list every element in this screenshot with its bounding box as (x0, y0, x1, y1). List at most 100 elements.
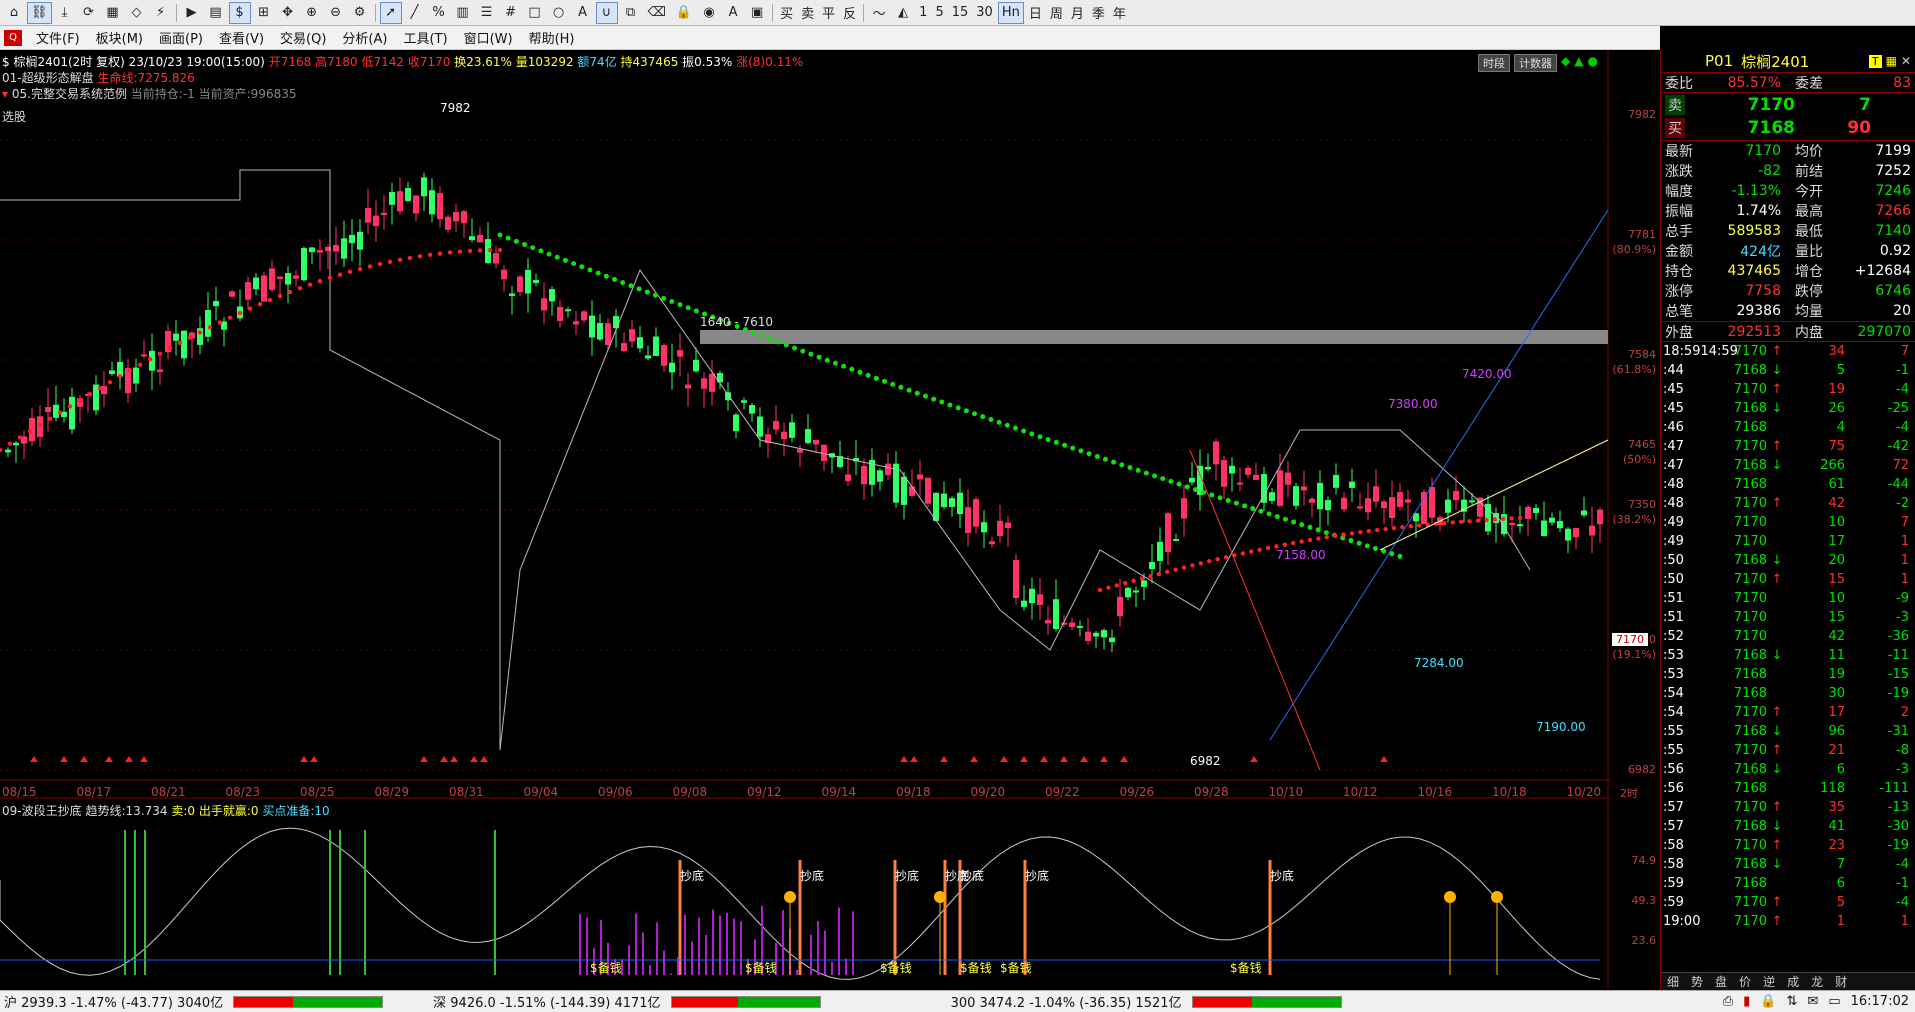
menu-help[interactable]: 帮助(H) (521, 28, 583, 47)
collapse-icon[interactable]: ▲ (1574, 54, 1583, 72)
tick-list[interactable]: 18:5914:59 7170 ↑ 34 7:44 7168 ↓ 5 -1:45 7170 ↑ 19-… (1661, 341, 1915, 931)
home-icon[interactable]: ⌂ (3, 2, 25, 24)
move-icon[interactable]: ✥ (277, 2, 299, 24)
lock-icon[interactable]: 🔒 (1760, 994, 1776, 1009)
flash-icon[interactable]: ⚡ (150, 2, 172, 24)
grid-icon[interactable]: ▦ (1886, 54, 1897, 68)
symbol-button[interactable]: $ (228, 1, 251, 24)
save-icon[interactable]: ▣ (746, 2, 768, 24)
rect-tool-icon[interactable]: □ (524, 2, 546, 24)
link-icon[interactable]: ⛓ (27, 1, 52, 24)
menu-view-page[interactable]: 画面(P) (151, 28, 211, 47)
sub-annotation: $备钱 (1230, 960, 1262, 975)
play-icon[interactable]: ▶ (181, 2, 203, 24)
candle-body (229, 291, 235, 297)
panel-tab[interactable]: 成 (1781, 973, 1805, 990)
panel-tab[interactable]: 逆 (1757, 973, 1781, 990)
period-quarter[interactable]: 季 (1088, 3, 1109, 22)
parallel-tool-icon[interactable]: ☰ (476, 2, 498, 24)
sh-index[interactable]: 沪 2939.3 -1.47% (-43.77) 3040亿 (0, 992, 227, 1011)
network-icon[interactable]: ⇅ (1787, 994, 1798, 1009)
signal-marker (910, 756, 918, 762)
menu-analysis[interactable]: 分析(A) (334, 28, 395, 47)
refresh-icon[interactable]: ⟳ (78, 2, 100, 24)
i300-index[interactable]: 300 3474.2 -1.04% (-36.35) 1521亿 (947, 992, 1186, 1011)
ruler-icon[interactable]: ▥ (452, 2, 474, 24)
period-hn[interactable]: Hn (997, 1, 1024, 24)
cursor-icon[interactable]: ➚ (379, 1, 402, 24)
price-chart[interactable]: 7982 6982 1640 - 7610 7380.00 7420.00 7158.00… (0, 50, 1660, 990)
line-chart-icon[interactable]: 〜 (868, 2, 890, 24)
panel-tab[interactable]: 细 (1661, 973, 1685, 990)
panel-tab[interactable]: 势 (1685, 973, 1709, 990)
lifeline-dot (307, 282, 313, 287)
dot-icon[interactable]: ● (1587, 54, 1597, 72)
printer-icon[interactable]: ⎙ (1723, 994, 1733, 1009)
panel-tab[interactable]: 价 (1733, 973, 1757, 990)
chart-area[interactable]: 7982 6982 1640 - 7610 7380.00 7420.00 7158.00… (0, 50, 1660, 990)
settings-icon[interactable]: ⚙ (349, 2, 371, 24)
hash-tool-icon[interactable]: # (500, 2, 522, 24)
copy-icon[interactable]: ⧉ (620, 2, 642, 24)
delete-icon[interactable]: ⌫ (644, 2, 670, 24)
tick-change: -36 (1887, 629, 1909, 644)
zoom-in-icon[interactable]: ⊕ (301, 2, 323, 24)
chart-annotation: 7158.00 (1276, 548, 1326, 562)
period-5[interactable]: 5 (931, 5, 947, 20)
menu-view[interactable]: 查看(V) (211, 28, 272, 47)
tick-row: :52 7170 42 -36 (1661, 627, 1915, 646)
menu-trade[interactable]: 交易(Q) (272, 28, 334, 47)
grid-icon[interactable]: ▦ (102, 2, 124, 24)
diamond-icon[interactable]: ◇ (126, 2, 148, 24)
percent-tool-icon[interactable]: % (428, 2, 450, 24)
menu-window[interactable]: 窗口(W) (456, 28, 521, 47)
menu-sector[interactable]: 板块(M) (88, 28, 151, 47)
text-tool-icon[interactable]: A (572, 2, 594, 24)
window-icon[interactable]: ▭ (1828, 994, 1840, 1009)
tick-price: 7170 (1733, 439, 1767, 454)
buy-tool[interactable]: 买 (776, 3, 797, 22)
period-day[interactable]: 日 (1025, 3, 1046, 22)
close-tool[interactable]: 平 (818, 3, 839, 22)
reverse-tool[interactable]: 反 (839, 3, 860, 22)
panel-tab[interactable]: 财 (1829, 973, 1853, 990)
quote-row: 涨停 7758 跌停 6746 (1661, 281, 1915, 301)
panel-tab[interactable]: 盘 (1709, 973, 1733, 990)
line-tool-icon[interactable]: ╱ (404, 2, 426, 24)
font-color-icon[interactable]: A (722, 2, 744, 24)
document-icon[interactable]: ▤ (205, 2, 227, 24)
panel-tab[interactable]: 龙 (1805, 973, 1829, 990)
menu-file[interactable]: 文件(F) (28, 28, 88, 47)
close-icon[interactable]: ✕ (1901, 54, 1911, 68)
period-1[interactable]: 1 (915, 5, 931, 20)
change-value: 涨(8)0.11% (736, 55, 804, 69)
period-15[interactable]: 15 (948, 5, 973, 20)
menu-tools[interactable]: 工具(T) (395, 28, 455, 47)
mail-icon[interactable]: ✉ (1807, 994, 1818, 1009)
buy-row[interactable]: 买 7168 90 (1661, 116, 1915, 140)
tick-change: 1 (1900, 914, 1909, 929)
sell-tool[interactable]: 卖 (797, 3, 818, 22)
period-month[interactable]: 月 (1067, 3, 1088, 22)
sell-row[interactable]: 卖 7170 7 (1661, 92, 1915, 116)
lock-icon[interactable]: 🔒 (672, 2, 696, 24)
counter-button[interactable]: 计数器 (1514, 54, 1557, 72)
area-chart-icon[interactable]: ◭ (892, 2, 914, 24)
period-week[interactable]: 周 (1046, 3, 1067, 22)
alert-icon[interactable]: ▮ (1743, 994, 1750, 1009)
tick-row: :51 7170 15 -3 (1661, 608, 1915, 627)
timeshare-button[interactable]: 时段 (1478, 54, 1510, 72)
top-icon[interactable]: T (1868, 54, 1882, 68)
download-icon[interactable]: ⤓ (54, 2, 76, 24)
calc-icon[interactable]: ⊞ (253, 2, 275, 24)
period-30[interactable]: 30 (972, 5, 997, 20)
zoom-out-icon[interactable]: ⊖ (325, 2, 347, 24)
eye-icon[interactable]: ◉ (698, 2, 720, 24)
magnet-icon[interactable]: ∪ (595, 1, 618, 24)
sz-index[interactable]: 深 9426.0 -1.51% (-144.39) 4171亿 (429, 992, 664, 1011)
diamond-status-icon[interactable]: ◆ (1561, 54, 1570, 72)
circle-tool-icon[interactable]: ○ (548, 2, 570, 24)
period-year[interactable]: 年 (1109, 3, 1130, 22)
select-stock-label[interactable]: 选股 (2, 108, 26, 125)
trend-dot (1315, 527, 1321, 533)
